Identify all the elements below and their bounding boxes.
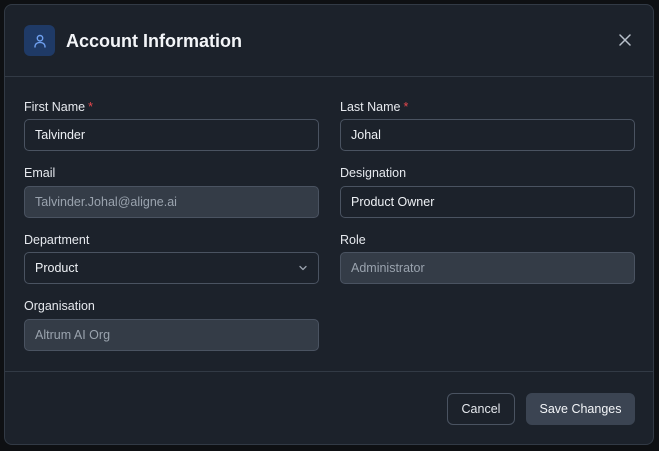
department-select[interactable]: Product [24, 252, 319, 284]
close-button[interactable] [615, 30, 635, 50]
role-label: Role [340, 233, 366, 247]
chevron-down-icon [299, 265, 307, 271]
dialog-header: Account Information [5, 5, 653, 77]
account-information-dialog: Account Information First Name * Talvinde… [4, 4, 654, 445]
required-marker: * [403, 100, 409, 114]
email-value: Talvinder.Johal@aligne.ai [35, 195, 177, 209]
required-marker: * [88, 100, 93, 114]
dialog-title: Account Information [66, 31, 242, 51]
department-label: Department [24, 233, 90, 247]
organisation-label: Organisation [24, 299, 95, 313]
close-icon [619, 34, 631, 46]
role-field: Administrator [340, 252, 635, 284]
user-icon [24, 25, 55, 56]
last-name-label-text: Last Name [340, 100, 401, 114]
designation-value: Product Owner [351, 195, 435, 209]
role-value: Administrator [351, 261, 425, 275]
designation-input[interactable]: Product Owner [340, 186, 635, 218]
last-name-value: Johal [351, 128, 381, 142]
email-label: Email [24, 166, 56, 180]
first-name-label-text: First Name [24, 100, 86, 114]
first-name-input[interactable]: Talvinder [24, 119, 319, 151]
save-changes-button[interactable]: Save Changes [526, 393, 635, 425]
organisation-value: Altrum AI Org [35, 328, 111, 342]
last-name-input[interactable]: Johal [340, 119, 635, 151]
first-name-label: First Name * [24, 100, 93, 114]
department-value: Product [35, 261, 79, 275]
last-name-label: Last Name * [340, 100, 408, 114]
first-name-value: Talvinder [35, 128, 86, 142]
email-field: Talvinder.Johal@aligne.ai [24, 186, 319, 218]
organisation-field: Altrum AI Org [24, 319, 319, 351]
designation-label: Designation [340, 166, 407, 180]
cancel-button[interactable]: Cancel [447, 393, 515, 425]
footer-divider [5, 371, 653, 372]
